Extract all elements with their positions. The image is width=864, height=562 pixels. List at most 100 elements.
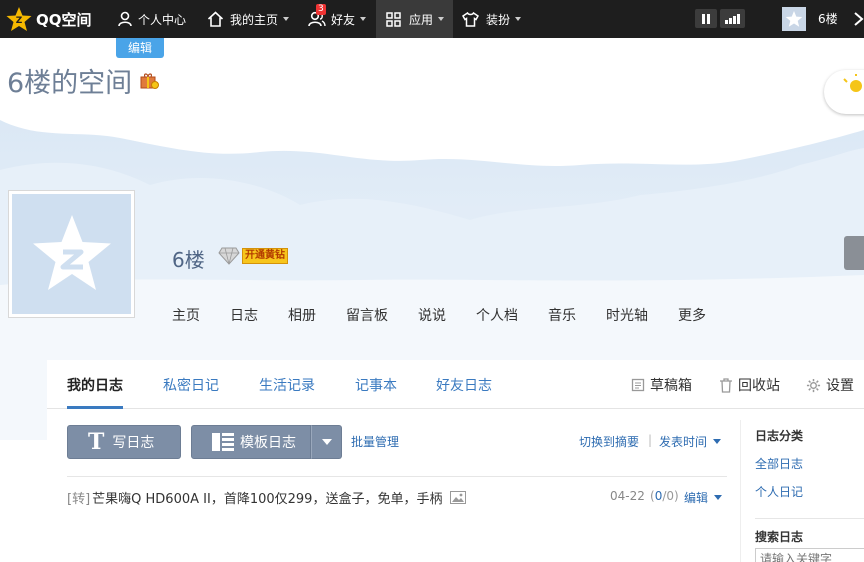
diamond-icon <box>218 247 240 265</box>
read-count: 0 <box>666 489 675 503</box>
category-heading: 日志分类 <box>755 429 804 443</box>
sidebar-divider <box>740 420 741 562</box>
tabs-divider <box>47 408 864 409</box>
friends-badge: 3 <box>316 4 326 15</box>
tab-my-blog[interactable]: 我的日志 <box>67 375 123 395</box>
chevron-down-icon <box>283 17 290 21</box>
avatar-image <box>12 194 131 314</box>
music-pause-button[interactable] <box>695 9 717 28</box>
nav-apps[interactable]: 应用 <box>376 0 453 38</box>
profile-nav-moments[interactable]: 说说 <box>418 305 446 325</box>
sort-by-time-dropdown[interactable]: 发表时间 <box>659 433 722 450</box>
blog-entry-date: 04-22 <box>610 489 645 503</box>
nav-dress-label: 装扮 <box>486 12 511 27</box>
open-vip-button[interactable]: 开通黄钻 <box>242 248 288 264</box>
batch-manage-link[interactable]: 批量管理 <box>351 433 399 450</box>
list-divider <box>67 476 727 477</box>
topbar-user-name[interactable]: 6楼 <box>818 0 838 38</box>
chevron-down-icon <box>515 17 522 21</box>
tshirt-icon <box>462 11 479 27</box>
blog-search-input[interactable] <box>755 548 864 562</box>
user-avatar-small[interactable] <box>782 7 806 31</box>
drafts-icon <box>631 378 645 392</box>
template-blog-label: 模板日志 <box>240 435 296 451</box>
nav-home[interactable]: 我的主页 <box>207 0 290 38</box>
nav-profile-label: 个人中心 <box>138 12 187 27</box>
sun-cloud-icon <box>843 74 862 92</box>
category-personal-link[interactable]: 个人日记 <box>755 483 803 500</box>
recycle-label: 回收站 <box>738 378 780 394</box>
blog-entry-edit-dropdown[interactable]: 编辑 <box>684 489 723 506</box>
profile-user-name: 6楼 <box>172 248 205 272</box>
nav-friends[interactable]: 3 好友 <box>308 0 367 38</box>
profile-nav-album[interactable]: 相册 <box>288 305 316 325</box>
chevron-down-icon <box>714 495 723 500</box>
trash-icon <box>720 377 732 393</box>
nav-home-label: 我的主页 <box>230 12 279 27</box>
sidebar-separator <box>755 518 864 519</box>
profile-nav-home[interactable]: 主页 <box>172 305 200 325</box>
sort-label: 发表时间 <box>659 435 708 449</box>
tab-friend-blogs[interactable]: 好友日志 <box>436 375 492 395</box>
weather-bubble[interactable] <box>824 70 864 114</box>
gear-icon <box>806 378 821 392</box>
entry-edit-label: 编辑 <box>684 491 709 505</box>
qzone-star-icon: Z <box>6 7 32 31</box>
profile-avatar[interactable] <box>8 190 135 318</box>
count-close: ) <box>674 489 679 503</box>
more-arrow-icon[interactable] <box>853 11 864 27</box>
write-blog-label: 写日志 <box>112 435 155 451</box>
profile-nav-blog[interactable]: 日志 <box>230 305 258 325</box>
chevron-down-icon <box>438 17 445 21</box>
template-dropdown-button[interactable] <box>311 425 342 459</box>
category-all-link[interactable]: 全部日志 <box>755 455 803 472</box>
side-action-button[interactable] <box>844 236 864 270</box>
link-separator: | <box>648 433 653 447</box>
settings-label: 设置 <box>826 378 854 394</box>
tab-private-diary[interactable]: 私密日记 <box>163 375 219 395</box>
nav-friends-label: 好友 <box>331 12 356 27</box>
settings-button[interactable]: 设置 <box>806 375 854 395</box>
edit-header-button[interactable]: 编辑 <box>116 38 164 58</box>
chevron-down-icon <box>360 17 367 21</box>
profile-nav-more[interactable]: 更多 <box>678 305 706 325</box>
switch-summary-link[interactable]: 切换到摘要 <box>579 433 639 450</box>
tab-life-record[interactable]: 生活记录 <box>259 375 315 395</box>
tab-notebook[interactable]: 记事本 <box>355 375 397 395</box>
top-bar: Z QQ空间 个人中心 我的主页 3 好友 应用 装扮 6楼 <box>0 0 864 38</box>
profile-nav-music[interactable]: 音乐 <box>548 305 576 325</box>
space-title: 6楼的空间 <box>7 68 133 99</box>
profile-nav-guestbook[interactable]: 留言板 <box>346 305 388 325</box>
logo-text: QQ空间 <box>36 10 92 29</box>
image-icon <box>450 491 467 504</box>
active-tab-indicator <box>67 406 123 409</box>
profile-nav-profile[interactable]: 个人档 <box>476 305 518 325</box>
template-blog-button[interactable]: 模板日志 <box>191 425 311 459</box>
text-t-icon: T <box>88 429 105 455</box>
blog-title-text: 芒果嗨Q HD600A II，首降100仅299，送盒子，免单，手柄 <box>92 492 443 507</box>
drafts-label: 草稿箱 <box>650 378 692 394</box>
chevron-down-icon <box>713 439 722 444</box>
svg-text:Z: Z <box>16 16 23 26</box>
recycle-button[interactable]: 回收站 <box>719 375 780 395</box>
template-list-icon <box>212 433 234 451</box>
home-icon <box>207 11 224 27</box>
qzone-star-avatar-icon <box>32 215 111 290</box>
gift-icon[interactable] <box>139 72 159 89</box>
repost-tag: [转] <box>67 492 91 507</box>
grid-icon <box>386 11 401 27</box>
nav-dress[interactable]: 装扮 <box>462 0 522 38</box>
nav-profile[interactable]: 个人中心 <box>117 0 186 38</box>
write-blog-button[interactable]: T 写日志 <box>67 425 181 459</box>
star-avatar-icon <box>785 11 803 27</box>
nav-apps-label: 应用 <box>409 12 434 27</box>
profile-nav-timeline[interactable]: 时光轴 <box>606 305 648 325</box>
person-icon <box>118 11 132 27</box>
signal-button[interactable] <box>720 9 745 28</box>
blog-entry-counts[interactable]: (0/0) <box>650 489 679 503</box>
search-heading: 搜索日志 <box>755 530 804 544</box>
qzone-logo[interactable]: Z QQ空间 <box>6 0 92 38</box>
blog-entry-title[interactable]: [转] 芒果嗨Q HD600A II，首降100仅299，送盒子，免单，手柄 <box>67 488 467 507</box>
chevron-down-icon <box>321 439 332 445</box>
drafts-button[interactable]: 草稿箱 <box>631 375 692 395</box>
